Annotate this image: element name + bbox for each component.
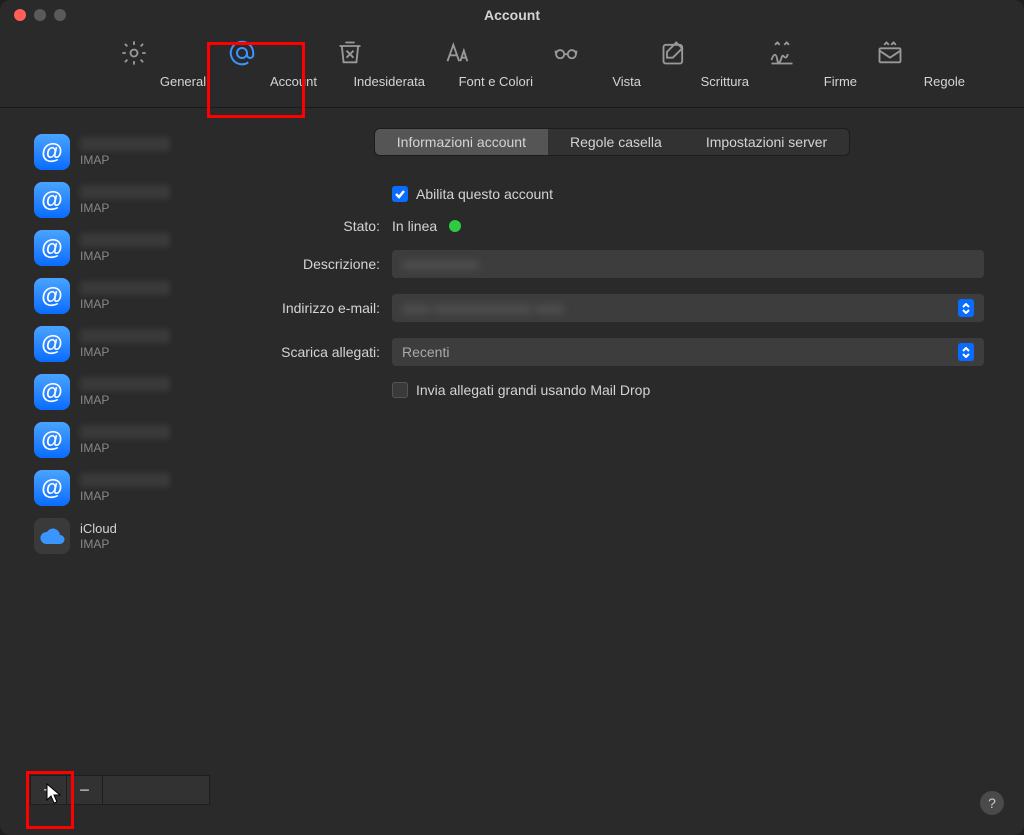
status-label: Stato: xyxy=(230,218,380,234)
account-form: Abilita questo account Stato: In linea D… xyxy=(230,156,994,398)
maildrop-label: Invia allegati grandi usando Mail Drop xyxy=(416,382,650,398)
status-value: In linea xyxy=(392,218,437,234)
accounts-list: @ IMAP @ IMAP @ IMAP @ IMAP @ IMAP @ IMAP @ IMAP @ IMAP… xyxy=(30,128,210,775)
description-field[interactable]: xxxxxxxxxxx xyxy=(392,250,984,278)
add-account-button[interactable]: + xyxy=(31,776,67,804)
account-type: IMAP xyxy=(80,345,170,359)
tab-mailbox-rules[interactable]: Regole casella xyxy=(548,129,684,155)
at-icon: @ xyxy=(34,422,70,458)
row-download: Scarica allegati: Recenti xyxy=(230,338,984,366)
account-name: iCloud xyxy=(80,521,170,535)
account-item[interactable]: @ IMAP xyxy=(30,128,210,176)
dropdown-arrows-icon xyxy=(958,299,974,317)
preferences-window: Account Generali Account Indesiderata Fo… xyxy=(0,0,1024,835)
account-name xyxy=(80,281,170,295)
account-type: IMAP xyxy=(80,537,170,551)
download-dropdown[interactable]: Recenti xyxy=(392,338,984,366)
help-button[interactable]: ? xyxy=(980,791,1004,815)
at-icon xyxy=(227,38,257,68)
row-status: Stato: In linea xyxy=(230,218,984,234)
account-name xyxy=(80,233,170,247)
enable-account-checkbox[interactable] xyxy=(392,186,408,202)
tab-server-settings[interactable]: Impostazioni server xyxy=(684,129,849,155)
row-email: Indirizzo e-mail: xxxx xxxxxxxxxxxxxx xx… xyxy=(230,294,984,322)
account-type: IMAP xyxy=(80,153,170,167)
content: @ IMAP @ IMAP @ IMAP @ IMAP @ IMAP @ IMAP @ IMAP @ IMAP… xyxy=(0,108,1024,835)
account-type: IMAP xyxy=(80,393,170,407)
download-label: Scarica allegati: xyxy=(230,344,380,360)
sidebar-footer: + − xyxy=(30,775,210,805)
account-item[interactable]: @ IMAP xyxy=(30,416,210,464)
at-icon: @ xyxy=(34,134,70,170)
tab-info[interactable]: Informazioni account xyxy=(375,129,548,155)
titlebar: Account xyxy=(0,0,1024,30)
account-item[interactable]: @ IMAP xyxy=(30,176,210,224)
tab-segmented: Informazioni account Regole casella Impo… xyxy=(374,128,850,156)
close-window-button[interactable] xyxy=(14,9,26,21)
email-label: Indirizzo e-mail: xyxy=(230,300,380,316)
toolbar: Generali Account Indesiderata Font e Col… xyxy=(0,30,1024,108)
account-name xyxy=(80,137,170,151)
account-item[interactable]: @ IMAP xyxy=(30,272,210,320)
account-name xyxy=(80,425,170,439)
junk-icon xyxy=(335,38,365,68)
account-type: IMAP xyxy=(80,489,170,503)
account-item[interactable]: iCloud IMAP xyxy=(30,512,210,560)
minimize-window-button[interactable] xyxy=(34,9,46,21)
maximize-window-button[interactable] xyxy=(54,9,66,21)
glasses-icon xyxy=(551,38,581,68)
account-name xyxy=(80,377,170,391)
account-type: IMAP xyxy=(80,297,170,311)
enable-account-label: Abilita questo account xyxy=(416,186,553,202)
rules-icon xyxy=(875,38,905,68)
at-icon: @ xyxy=(34,230,70,266)
account-item[interactable]: @ IMAP xyxy=(30,464,210,512)
account-type: IMAP xyxy=(80,201,170,215)
dropdown-arrows-icon xyxy=(958,343,974,361)
at-icon: @ xyxy=(34,374,70,410)
account-name xyxy=(80,473,170,487)
account-name xyxy=(80,329,170,343)
account-item[interactable]: @ IMAP xyxy=(30,368,210,416)
account-item[interactable]: @ IMAP xyxy=(30,320,210,368)
account-type: IMAP xyxy=(80,249,170,263)
description-label: Descrizione: xyxy=(230,256,380,272)
maildrop-checkbox[interactable] xyxy=(392,382,408,398)
remove-account-button[interactable]: − xyxy=(67,776,103,804)
toolbar-rules[interactable]: Regole xyxy=(843,38,937,89)
at-icon: @ xyxy=(34,278,70,314)
at-icon: @ xyxy=(34,470,70,506)
at-icon: @ xyxy=(34,182,70,218)
fonts-icon xyxy=(443,38,473,68)
at-icon: @ xyxy=(34,326,70,362)
compose-icon xyxy=(659,38,689,68)
gear-icon xyxy=(119,38,149,68)
account-item[interactable]: @ IMAP xyxy=(30,224,210,272)
traffic-lights xyxy=(14,9,66,21)
sidebar: @ IMAP @ IMAP @ IMAP @ IMAP @ IMAP @ IMAP @ IMAP @ IMAP… xyxy=(30,128,210,805)
row-maildrop: Invia allegati grandi usando Mail Drop xyxy=(230,382,984,398)
download-value: Recenti xyxy=(402,344,449,360)
signature-icon xyxy=(767,38,797,68)
account-name xyxy=(80,185,170,199)
account-type: IMAP xyxy=(80,441,170,455)
icloud-icon xyxy=(34,518,70,554)
toolbar-label: Regole xyxy=(815,74,965,89)
main-panel: Informazioni account Regole casella Impo… xyxy=(230,128,994,805)
row-enable: Abilita questo account xyxy=(230,186,984,202)
status-dot-online xyxy=(449,220,461,232)
window-title: Account xyxy=(484,7,540,23)
row-description: Descrizione: xxxxxxxxxxx xyxy=(230,250,984,278)
email-dropdown[interactable]: xxxx xxxxxxxxxxxxxx xxxx xyxy=(392,294,984,322)
